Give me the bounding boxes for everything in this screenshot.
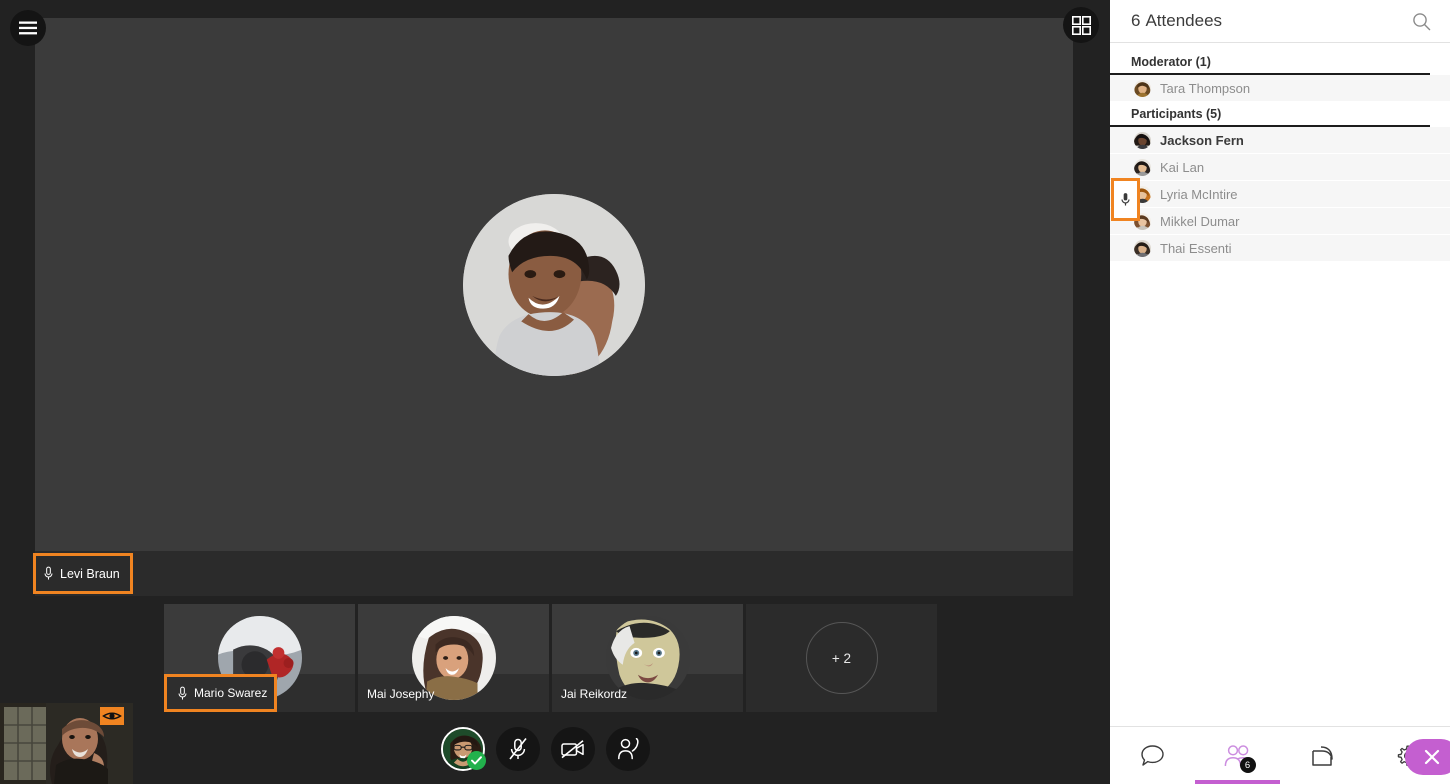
nav-item-attendees[interactable]: 6 [1195, 727, 1280, 784]
attendee-count: 6 [1131, 11, 1140, 30]
meeting-controls-bar [441, 727, 650, 771]
overflow-count: + 2 [806, 622, 878, 694]
hamburger-menu-button[interactable] [10, 10, 46, 46]
search-icon [1412, 12, 1431, 31]
attendee-name: Jackson Fern [1160, 133, 1244, 148]
raise-hand-button[interactable] [606, 727, 650, 771]
attendee-name: Tara Thompson [1160, 81, 1250, 96]
microphone-icon [43, 566, 54, 581]
attendee-name: Thai Essenti [1160, 241, 1232, 256]
grid-icon [1072, 16, 1091, 35]
panel-title-label: Attendees [1145, 11, 1222, 30]
nav-item-chat[interactable] [1110, 727, 1195, 784]
hamburger-icon [19, 21, 37, 35]
group-heading-moderator: Moderator (1) [1110, 50, 1430, 75]
active-speaker-name: Levi Braun [60, 567, 120, 581]
eye-icon[interactable] [100, 707, 124, 725]
microphone-icon [177, 686, 188, 701]
check-icon [471, 756, 482, 765]
avatar [1134, 240, 1151, 257]
attendee-name: Mikkel Dumar [1160, 214, 1239, 229]
raise-hand-icon [616, 738, 640, 760]
layout-grid-button[interactable] [1063, 7, 1099, 43]
chat-bubble-icon [1140, 744, 1165, 767]
camera-toggle-button[interactable] [551, 727, 595, 771]
group-heading-participants: Participants (5) [1110, 102, 1430, 127]
share-icon [1311, 745, 1335, 767]
avatar [1134, 80, 1151, 97]
avatar [1134, 159, 1151, 176]
nav-item-share[interactable] [1280, 727, 1365, 784]
panel-title: 6 Attendees [1131, 11, 1408, 31]
video-conference-app: Levi Braun [0, 0, 1450, 784]
thumbnail-label: Mario Swarez [194, 686, 267, 700]
attendees-list: Moderator (1) Tara Thompson Participants… [1110, 43, 1450, 726]
thumbnail-label: Jai Reikordz [561, 687, 627, 701]
meeting-area: Levi Braun [0, 0, 1110, 784]
microphone-muted-icon [507, 737, 529, 761]
mic-status-highlight[interactable] [1111, 178, 1140, 221]
thumbnail-tile[interactable]: Mai Josephy [358, 604, 549, 712]
attendee-name: Lyria McIntire [1160, 187, 1238, 202]
camera-off-icon [560, 739, 586, 759]
leave-meeting-button[interactable] [1405, 739, 1450, 775]
active-speaker-name-chip[interactable]: Levi Braun [33, 553, 133, 594]
thumbnail-tile[interactable]: Jai Reikordz [552, 604, 743, 712]
avatar [1134, 132, 1151, 149]
attendee-row[interactable]: Jackson Fern [1110, 127, 1450, 154]
close-icon [1422, 747, 1442, 767]
attendee-row[interactable]: Lyria McIntire [1110, 181, 1450, 208]
thumbnail-name-highlighted: Mario Swarez [164, 674, 277, 712]
participant-thumbnail-strip: Mario Swarez [164, 604, 946, 712]
attendee-row[interactable]: Mikkel Dumar [1110, 208, 1450, 235]
panel-bottom-nav: 6 [1110, 726, 1450, 784]
search-button[interactable] [1408, 8, 1434, 34]
stage-footer-strip [35, 551, 1073, 596]
active-speaker-avatar [463, 194, 645, 376]
main-video-stage[interactable] [35, 18, 1073, 551]
attendee-row[interactable]: Kai Lan [1110, 154, 1450, 181]
status-ready-badge [467, 751, 486, 770]
self-view-video[interactable] [0, 703, 133, 784]
thumbnail-overflow-tile[interactable]: + 2 [746, 604, 937, 712]
thumbnail-label: Mai Josephy [367, 687, 434, 701]
attendee-row[interactable]: Tara Thompson [1110, 75, 1450, 102]
attendee-row[interactable]: Thai Essenti [1110, 235, 1450, 262]
attendees-panel-header: 6 Attendees [1110, 0, 1450, 43]
attendees-panel: 6 Attendees Moderator (1) [1110, 0, 1450, 784]
nav-item-settings[interactable] [1365, 727, 1450, 784]
attendee-name: Kai Lan [1160, 160, 1204, 175]
attendee-count-badge: 6 [1240, 757, 1256, 773]
microphone-toggle-button[interactable] [496, 727, 540, 771]
self-avatar-button[interactable] [441, 727, 485, 771]
microphone-icon [1120, 192, 1131, 207]
thumbnail-tile[interactable]: Mario Swarez [164, 604, 355, 712]
